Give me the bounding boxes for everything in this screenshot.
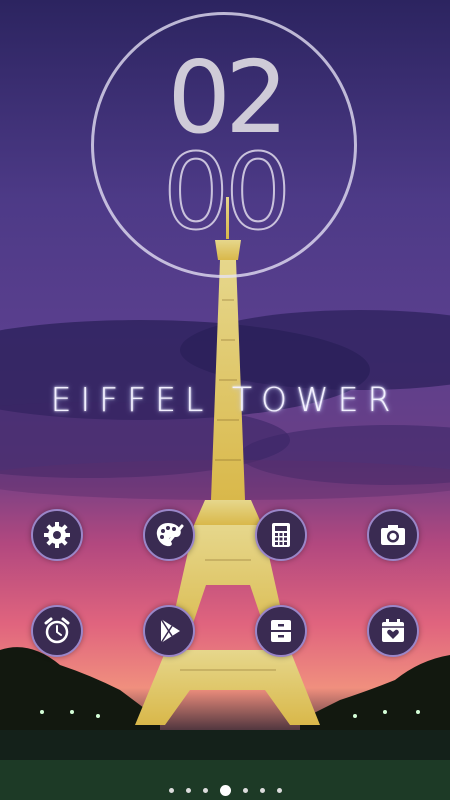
page-dot[interactable] <box>202 787 208 793</box>
file-manager-app-button[interactable] <box>255 605 307 657</box>
page-dot[interactable] <box>242 787 248 793</box>
page-indicator[interactable] <box>0 783 450 797</box>
calculator-icon <box>272 523 290 547</box>
play-store-app-button[interactable] <box>143 605 195 657</box>
play-store-icon <box>160 618 180 644</box>
page-dot[interactable] <box>276 787 282 793</box>
page-dot-active[interactable] <box>219 784 231 796</box>
alarm-clock-icon <box>44 617 70 644</box>
calendar-app-button[interactable] <box>367 605 419 657</box>
page-dot[interactable] <box>185 787 191 793</box>
page-dot[interactable] <box>259 787 265 793</box>
settings-icon <box>44 522 70 548</box>
calculator-app-button[interactable] <box>255 509 307 561</box>
paint-palette-icon <box>156 523 184 547</box>
page-dot[interactable] <box>168 787 174 793</box>
camera-app-button[interactable] <box>367 509 419 561</box>
alarm-app-button[interactable] <box>31 605 83 657</box>
paint-app-button[interactable] <box>143 509 195 561</box>
heart-calendar-icon <box>382 619 404 642</box>
file-cabinet-icon <box>271 620 291 642</box>
settings-app-button[interactable] <box>31 509 83 561</box>
clock-minute[interactable]: 00 <box>0 139 450 245</box>
wallpaper-title: EIFFEL TOWER <box>50 380 400 419</box>
camera-icon <box>381 525 405 545</box>
